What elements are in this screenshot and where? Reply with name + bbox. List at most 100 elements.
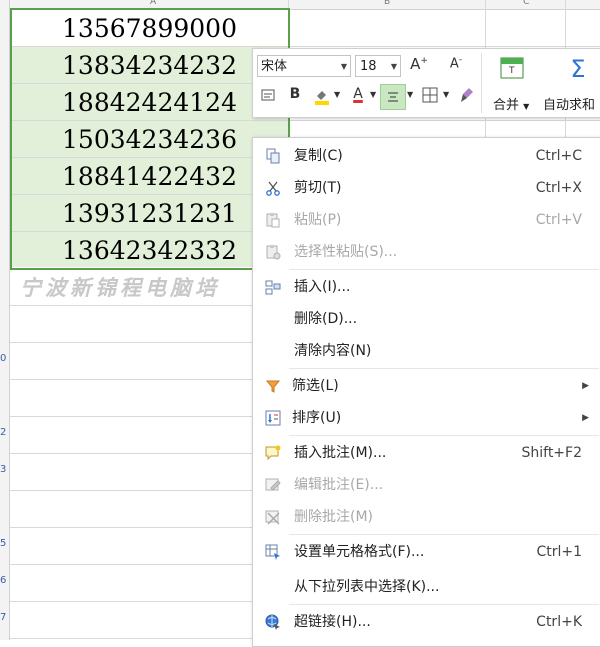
menu-label: 设置单元格格式(F)... bbox=[294, 544, 425, 560]
edit-comment-icon bbox=[265, 477, 281, 493]
menu-item-clear-contents[interactable]: 清除内容(N) bbox=[253, 336, 599, 366]
menu-label: 插入批注(M)... bbox=[294, 445, 387, 461]
grow-font-button[interactable]: A+ bbox=[408, 55, 430, 77]
highlight-color-button[interactable] bbox=[311, 86, 333, 108]
chevron-down-icon[interactable]: ▼ bbox=[334, 90, 340, 99]
shrink-font-button[interactable]: A- bbox=[445, 55, 467, 77]
sigma-icon[interactable]: Σ bbox=[565, 55, 591, 83]
row-header-bar[interactable]: 0 2 3 5 6 7 bbox=[0, 0, 10, 640]
format-painter-button[interactable] bbox=[458, 86, 476, 106]
minus-icon: - bbox=[458, 55, 463, 65]
chevron-down-icon: ▼ bbox=[523, 102, 530, 111]
row-number[interactable]: 7 bbox=[0, 612, 6, 623]
context-menu: 复制(C) Ctrl+C 剪切(T) Ctrl+X 粘贴(P) Ctrl+V 选… bbox=[252, 137, 600, 647]
autosum-button[interactable]: 自动求和 bbox=[543, 94, 595, 113]
shrink-font-glyph: A bbox=[449, 56, 459, 72]
merge-button[interactable]: 合并 ▼ bbox=[493, 94, 529, 113]
menu-label: 排序(U) bbox=[292, 410, 342, 426]
menu-label: 从下拉列表中选择(K)... bbox=[294, 579, 440, 595]
row-number[interactable]: 5 bbox=[0, 538, 6, 549]
hyperlink-icon bbox=[265, 614, 281, 630]
insert-comment-icon bbox=[265, 445, 281, 461]
format-cells-icon bbox=[265, 544, 281, 560]
menu-shortcut: Ctrl+V bbox=[535, 212, 582, 228]
format-painter-left-icon[interactable] bbox=[259, 87, 277, 105]
row-number[interactable]: 3 bbox=[0, 464, 6, 475]
chevron-down-icon: ▼ bbox=[390, 62, 397, 71]
chevron-down-icon[interactable]: ▼ bbox=[407, 90, 413, 99]
menu-label: 编辑批注(E)... bbox=[294, 477, 384, 493]
menu-item-insert[interactable]: 插入(I)... bbox=[253, 272, 599, 302]
svg-text:T: T bbox=[508, 66, 515, 76]
menu-label: 删除批注(M) bbox=[294, 509, 374, 525]
menu-item-hyperlink[interactable]: 超链接(H)... Ctrl+K bbox=[253, 607, 599, 637]
menu-label: 超链接(H)... bbox=[294, 614, 371, 630]
menu-item-paste-special[interactable]: 选择性粘贴(S)... bbox=[253, 237, 599, 267]
row-number[interactable]: 2 bbox=[0, 427, 6, 438]
borders-button[interactable] bbox=[421, 87, 439, 105]
chevron-down-icon: ▼ bbox=[340, 62, 347, 71]
merge-label: 合并 bbox=[493, 98, 520, 113]
menu-shortcut: Ctrl+C bbox=[535, 148, 582, 164]
menu-shortcut: Ctrl+X bbox=[535, 180, 582, 196]
font-name-select[interactable]: 宋体 ▼ bbox=[257, 55, 351, 77]
menu-label: 剪切(T) bbox=[294, 180, 342, 196]
grow-font-glyph: A bbox=[410, 55, 421, 73]
menu-shortcut: Shift+F2 bbox=[521, 445, 582, 461]
menu-label: 清除内容(N) bbox=[294, 343, 372, 359]
font-color-button[interactable]: A bbox=[349, 86, 367, 108]
toolbar-divider bbox=[481, 53, 482, 113]
mini-toolbar: 宋体 ▼ 18 ▼ A+ A- B ▼ A ▼ ▼ ▼ T 合并 ▼ Σ 自动求… bbox=[252, 48, 600, 118]
menu-label: 选择性粘贴(S)... bbox=[294, 244, 398, 260]
menu-separator bbox=[289, 368, 599, 369]
menu-item-copy[interactable]: 复制(C) Ctrl+C bbox=[253, 141, 599, 171]
menu-item-format-cells[interactable]: 设置单元格格式(F)... Ctrl+1 bbox=[253, 537, 599, 567]
chevron-down-icon[interactable]: ▼ bbox=[443, 90, 449, 99]
sort-icon bbox=[265, 410, 281, 426]
menu-shortcut: Ctrl+K bbox=[536, 614, 582, 630]
delete-comment-icon bbox=[265, 509, 281, 525]
insert-icon bbox=[265, 279, 281, 295]
chevron-down-icon[interactable]: ▼ bbox=[370, 90, 376, 99]
menu-item-insert-comment[interactable]: 插入批注(M)... Shift+F2 bbox=[253, 438, 599, 468]
menu-item-filter[interactable]: 筛选(L) ▶ bbox=[253, 371, 599, 401]
menu-label: 删除(D)... bbox=[294, 311, 358, 327]
borders-icon bbox=[422, 87, 438, 103]
menu-separator bbox=[289, 604, 599, 605]
menu-item-pick-from-list[interactable]: 从下拉列表中选择(K)... bbox=[253, 572, 599, 602]
paste-special-icon bbox=[265, 244, 281, 260]
menu-item-paste[interactable]: 粘贴(P) Ctrl+V bbox=[253, 205, 599, 235]
merge-cells-icon[interactable]: T bbox=[500, 57, 524, 79]
align-icon bbox=[388, 92, 398, 102]
menu-separator bbox=[289, 534, 599, 535]
menu-label: 粘贴(P) bbox=[294, 212, 342, 228]
font-name-value: 宋体 bbox=[261, 59, 288, 74]
paint-bucket-icon bbox=[315, 91, 329, 105]
column-header-a[interactable]: A bbox=[150, 0, 156, 7]
font-color-glyph: A bbox=[353, 86, 363, 102]
menu-item-delete-comment[interactable]: 删除批注(M) bbox=[253, 502, 599, 532]
column-header-c[interactable]: C bbox=[523, 0, 529, 7]
bold-button[interactable]: B bbox=[286, 86, 304, 106]
menu-item-sort[interactable]: 排序(U) ▶ bbox=[253, 403, 599, 433]
font-size-value: 18 bbox=[360, 59, 377, 74]
watermark-text: 宁波新锦程电脑培 bbox=[20, 275, 220, 300]
paste-icon bbox=[265, 212, 281, 228]
menu-item-delete[interactable]: 删除(D)... bbox=[253, 304, 599, 334]
menu-item-cut[interactable]: 剪切(T) Ctrl+X bbox=[253, 173, 599, 203]
scissors-icon bbox=[265, 180, 281, 196]
menu-separator bbox=[289, 269, 599, 270]
chevron-right-icon: ▶ bbox=[582, 413, 589, 423]
font-size-select[interactable]: 18 ▼ bbox=[355, 55, 401, 77]
menu-label: 筛选(L) bbox=[292, 378, 339, 394]
chevron-right-icon: ▶ bbox=[582, 381, 589, 391]
format-painter-icon bbox=[461, 88, 473, 102]
selection-border bbox=[10, 8, 290, 270]
row-number[interactable]: 0 bbox=[0, 353, 6, 364]
filter-icon bbox=[265, 378, 281, 394]
align-center-button[interactable] bbox=[380, 84, 406, 110]
column-header-b[interactable]: B bbox=[384, 0, 390, 7]
menu-item-edit-comment[interactable]: 编辑批注(E)... bbox=[253, 470, 599, 500]
row-number[interactable]: 6 bbox=[0, 575, 6, 586]
menu-shortcut: Ctrl+1 bbox=[536, 544, 582, 560]
